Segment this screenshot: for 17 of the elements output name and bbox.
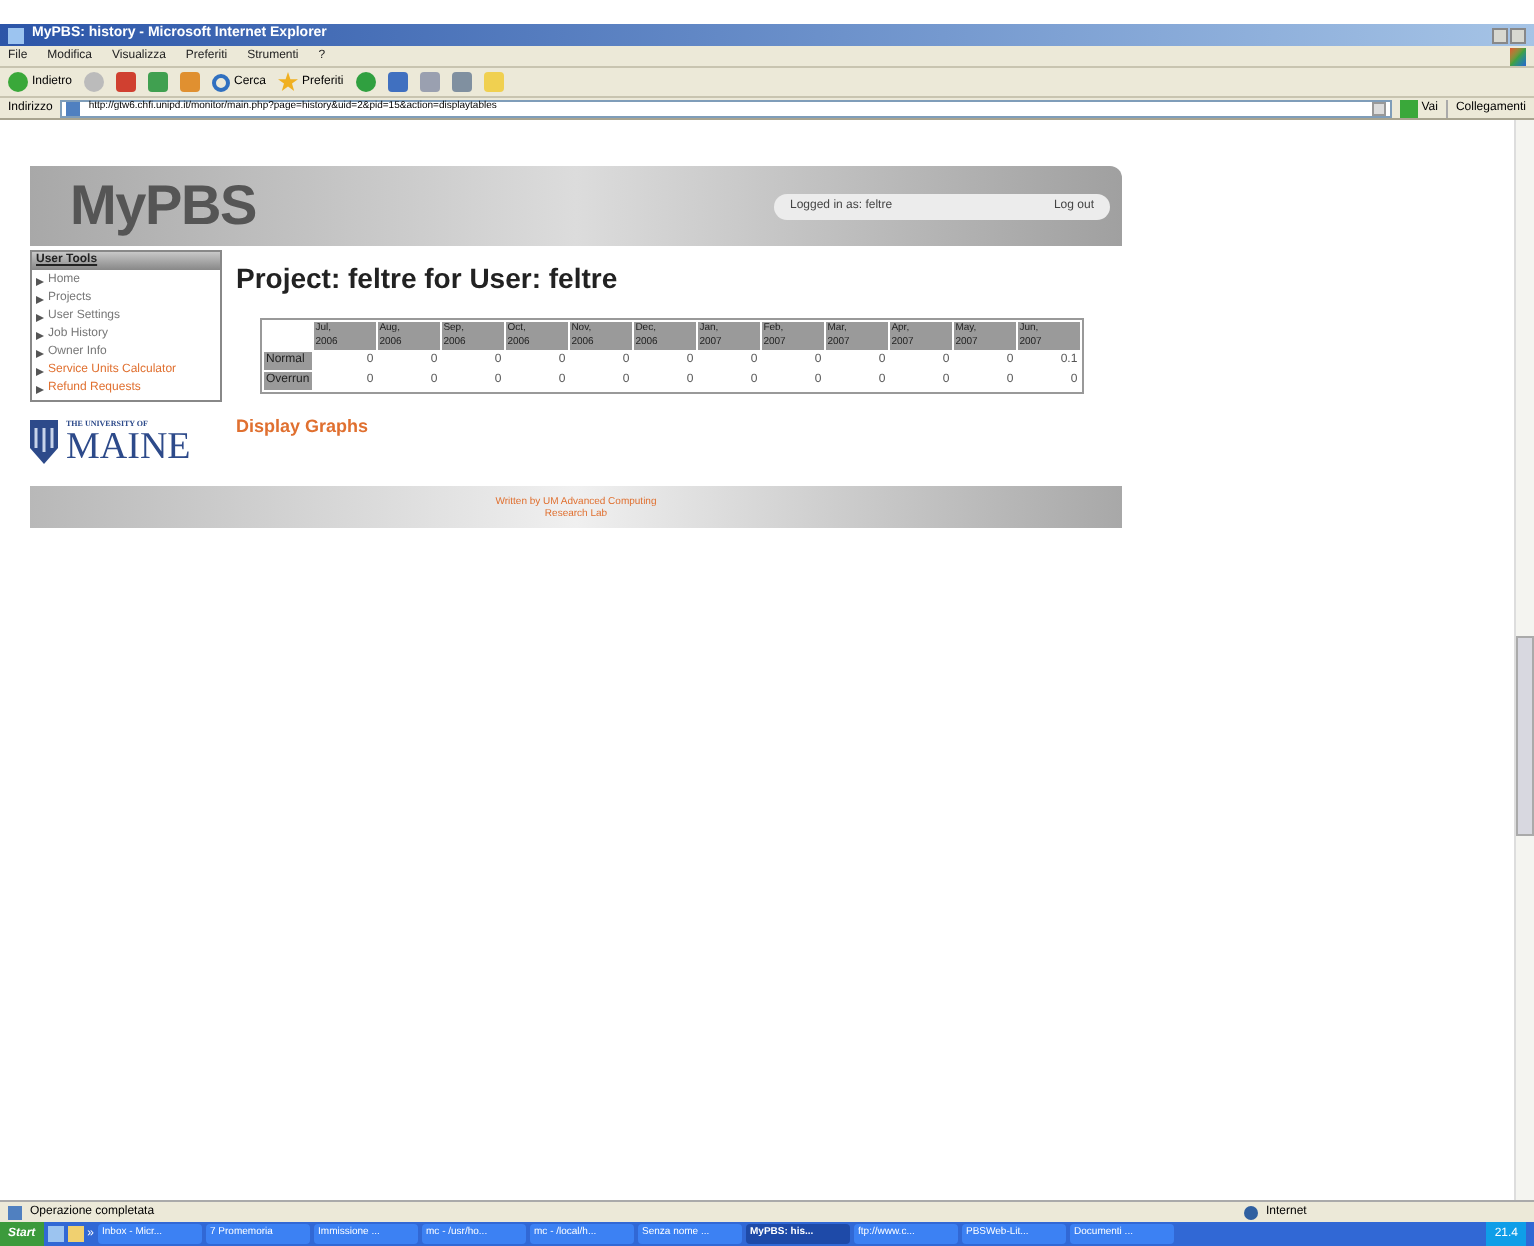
shield-icon — [30, 420, 58, 464]
triangle-icon — [36, 349, 44, 357]
star-icon — [278, 72, 299, 92]
triangle-icon — [36, 331, 44, 339]
triangle-icon — [36, 313, 44, 321]
dropdown-icon[interactable] — [1371, 101, 1386, 115]
triangle-icon — [36, 385, 44, 393]
triangle-icon — [36, 367, 44, 375]
site-logo: MyPBS — [70, 172, 256, 240]
triangle-icon — [36, 295, 44, 303]
page-title: Project: feltre for User: feltre — [236, 260, 620, 298]
scrollbar[interactable] — [1514, 120, 1534, 1200]
scroll-thumb[interactable] — [1516, 636, 1534, 836]
display-graphs-link[interactable]: Display Graphs — [236, 414, 1122, 441]
search-icon — [212, 73, 231, 91]
university-name: MAINE — [66, 430, 191, 466]
triangle-icon — [36, 277, 44, 285]
